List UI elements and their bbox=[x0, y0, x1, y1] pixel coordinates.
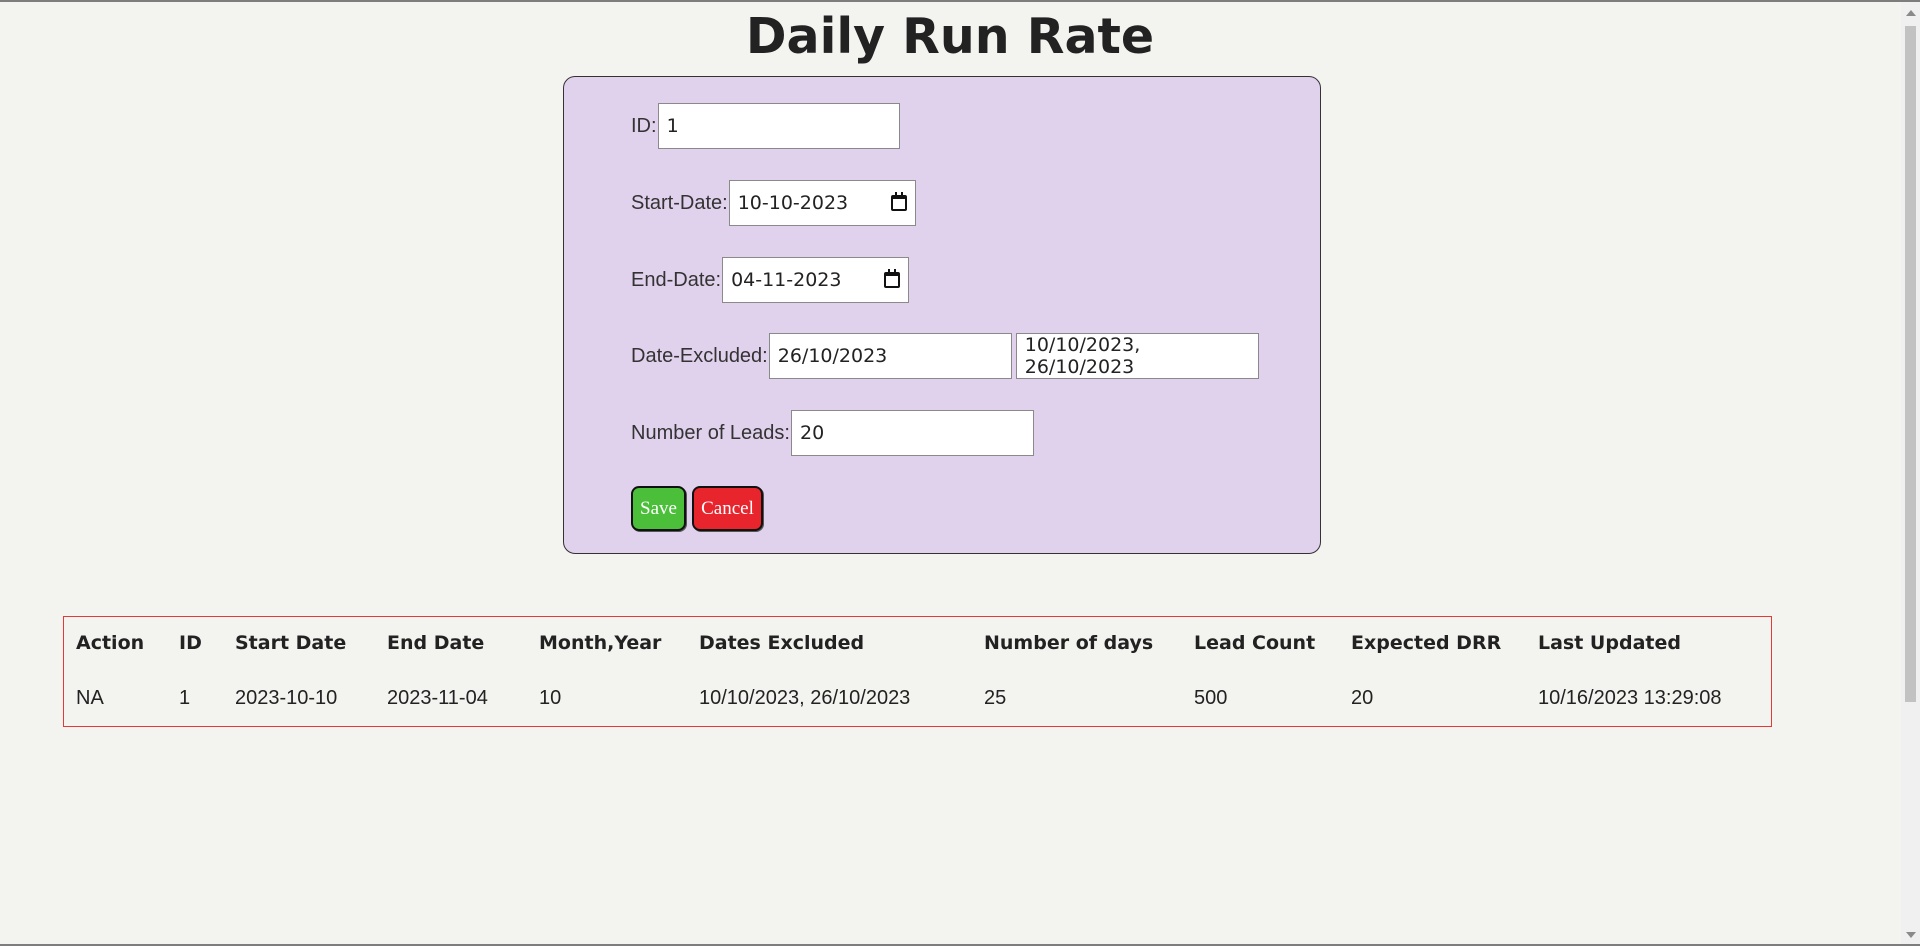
header-action: Action bbox=[76, 632, 145, 654]
cell-id: 1 bbox=[179, 687, 191, 709]
header-last-updated: Last Updated bbox=[1538, 632, 1681, 654]
drr-table: Action ID Start Date End Date Month,Year… bbox=[63, 616, 1772, 727]
start-date-row: Start-Date: 10-10-2023 bbox=[631, 180, 916, 226]
header-expected-drr: Expected DRR bbox=[1351, 632, 1502, 654]
header-number-of-days: Number of days bbox=[984, 632, 1154, 654]
cancel-button[interactable]: Cancel bbox=[692, 486, 763, 531]
cell-last-updated: 10/16/2023 13:29:08 bbox=[1538, 687, 1722, 709]
end-date-input[interactable]: 04-11-2023 bbox=[722, 257, 910, 303]
leads-input[interactable]: 20 bbox=[790, 410, 1034, 456]
date-excluded-value: 26/10/2023 bbox=[777, 345, 888, 367]
start-date-input[interactable]: 10-10-2023 bbox=[728, 180, 916, 226]
cell-action: NA bbox=[76, 687, 104, 709]
leads-row: Number of Leads: 20 bbox=[631, 410, 1034, 456]
leads-input-value: 20 bbox=[799, 422, 825, 444]
cell-dates-excluded: 10/10/2023, 26/10/2023 bbox=[699, 687, 911, 709]
end-date-row: End-Date: 04-11-2023 bbox=[631, 257, 910, 303]
date-excluded-row: Date-Excluded: 26/10/2023 10/10/2023, 26… bbox=[631, 333, 1259, 379]
header-end-date: End Date bbox=[387, 632, 485, 654]
drr-form: ID: 1 Start-Date: 10-10-2023 End-Date: 0… bbox=[563, 76, 1321, 554]
scroll-up-arrow-icon[interactable] bbox=[1906, 10, 1916, 16]
leads-label: Number of Leads: bbox=[631, 421, 790, 444]
end-date-label: End-Date: bbox=[631, 268, 722, 291]
end-date-value: 04-11-2023 bbox=[731, 269, 842, 291]
start-date-value: 10-10-2023 bbox=[737, 192, 849, 214]
page-title: Daily Run Rate bbox=[745, 8, 1155, 65]
start-date-label: Start-Date: bbox=[631, 191, 728, 214]
id-input-value: 1 bbox=[666, 115, 679, 137]
id-label: ID: bbox=[631, 114, 657, 137]
date-excluded-list-field[interactable]: 10/10/2023, 26/10/2023 bbox=[1015, 333, 1259, 379]
save-button[interactable]: Save bbox=[631, 486, 686, 531]
cell-number-of-days: 25 bbox=[984, 687, 1007, 709]
date-excluded-list-value: 10/10/2023, 26/10/2023 bbox=[1024, 334, 1141, 378]
id-input[interactable]: 1 bbox=[657, 103, 900, 149]
scroll-thumb[interactable] bbox=[1905, 26, 1916, 702]
cell-expected-drr: 20 bbox=[1351, 687, 1374, 709]
date-excluded-label: Date-Excluded: bbox=[631, 344, 768, 367]
cell-lead-count: 500 bbox=[1194, 687, 1228, 709]
cell-month-year: 10 bbox=[539, 687, 562, 709]
header-id: ID bbox=[179, 632, 202, 654]
header-start-date: Start Date bbox=[235, 632, 347, 654]
scroll-down-arrow-icon[interactable] bbox=[1906, 932, 1916, 938]
header-dates-excluded: Dates Excluded bbox=[699, 632, 865, 654]
header-lead-count: Lead Count bbox=[1194, 632, 1316, 654]
cell-end-date: 2023-11-04 bbox=[387, 687, 488, 709]
date-excluded-input[interactable]: 26/10/2023 bbox=[768, 333, 1012, 379]
header-month-year: Month,Year bbox=[539, 632, 662, 654]
calendar-icon[interactable] bbox=[890, 192, 907, 211]
cell-start-date: 2023-10-10 bbox=[235, 687, 338, 709]
vertical-scrollbar[interactable] bbox=[1901, 2, 1920, 946]
id-row: ID: 1 bbox=[631, 103, 900, 149]
calendar-icon[interactable] bbox=[884, 269, 901, 288]
